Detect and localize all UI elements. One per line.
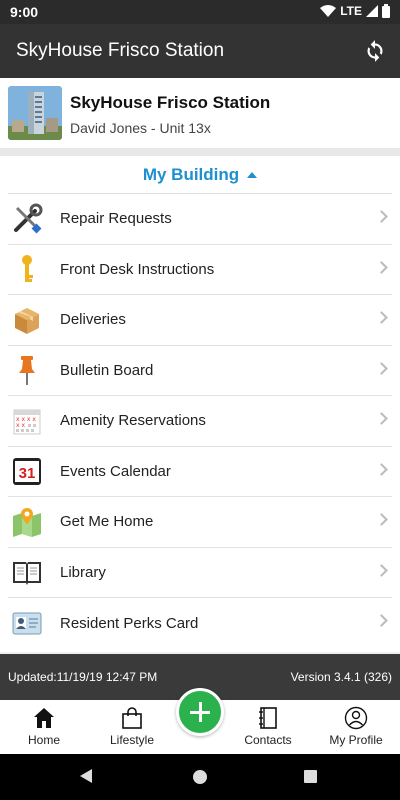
app-title: SkyHouse Frisco Station xyxy=(16,40,225,61)
chevron-right-icon xyxy=(375,311,388,324)
home-icon xyxy=(34,708,54,728)
updated-timestamp: Updated:11/19/19 12:47 PM xyxy=(8,670,158,684)
add-button[interactable] xyxy=(176,688,224,736)
home-circle-icon[interactable] xyxy=(193,770,207,784)
menu-item-front-desk[interactable]: Front Desk Instructions xyxy=(8,245,392,295)
section-title: My Building xyxy=(142,164,240,184)
calendar-day-number: 31 xyxy=(19,465,36,482)
nav-lifestyle[interactable]: Lifestyle xyxy=(92,704,172,747)
chevron-right-icon xyxy=(375,563,388,577)
package-icon xyxy=(10,303,44,337)
divider xyxy=(0,148,400,156)
chevron-right-icon xyxy=(375,412,388,425)
status-bar: 9:00 LTE xyxy=(0,0,400,24)
system-nav-bar xyxy=(0,754,400,800)
chevron-right-icon xyxy=(375,513,388,526)
menu-label: Events Calendar xyxy=(60,462,171,480)
chevron-right-icon xyxy=(375,462,388,476)
nav-my-profile[interactable]: My Profile xyxy=(316,704,396,747)
svg-text:x x: x x xyxy=(16,422,25,429)
key-icon xyxy=(10,252,44,286)
refresh-icon[interactable] xyxy=(362,38,388,64)
menu-item-repair-requests[interactable]: Repair Requests xyxy=(8,194,392,245)
nav-contacts[interactable]: Contacts xyxy=(228,704,308,747)
caret-up-icon xyxy=(247,171,258,178)
tools-icon xyxy=(10,202,44,236)
profile-icon xyxy=(344,706,368,730)
building-header[interactable]: SkyHouse Frisco Station David Jones - Un… xyxy=(0,78,400,148)
chevron-right-icon xyxy=(375,361,388,375)
menu-label: Library xyxy=(60,563,106,581)
nav-home[interactable]: Home xyxy=(4,704,84,747)
chevron-right-icon xyxy=(375,614,388,627)
bottom-nav: Home Lifestyle Contacts My Profile xyxy=(0,688,400,754)
status-time: 9:00 xyxy=(10,4,39,20)
building-photo xyxy=(8,86,62,140)
recents-icon[interactable] xyxy=(304,770,317,783)
battery-icon xyxy=(382,4,390,18)
app-bar: SkyHouse Frisco Station xyxy=(0,24,400,78)
shopping-bag-icon xyxy=(122,707,142,729)
calendar-31-icon: 31 xyxy=(10,454,44,488)
status-icons: LTE xyxy=(320,4,390,18)
resident-unit: David Jones - Unit 13x xyxy=(70,120,211,136)
menu-label: Deliveries xyxy=(60,311,126,329)
my-building-section: My Building Repair Requests Front Desk I… xyxy=(0,156,400,652)
menu-label: Repair Requests xyxy=(60,210,172,228)
nav-label: Home xyxy=(27,733,60,747)
chevron-right-icon xyxy=(375,210,388,223)
app-version: Version 3.4.1 (326) xyxy=(290,670,392,684)
menu-label: Get Me Home xyxy=(60,513,154,531)
menu-item-deliveries[interactable]: Deliveries xyxy=(8,295,392,346)
map-icon xyxy=(10,505,44,539)
chevron-right-icon xyxy=(375,260,388,274)
menu-item-events-calendar[interactable]: 31 Events Calendar xyxy=(8,447,392,497)
calendar-grid-icon: x x x x x x xyxy=(10,404,44,438)
section-toggle[interactable]: My Building xyxy=(8,156,392,194)
menu-label: Resident Perks Card xyxy=(60,614,199,632)
back-icon[interactable] xyxy=(80,769,92,783)
id-card-icon xyxy=(10,606,44,640)
menu-label: Amenity Reservations xyxy=(60,412,206,430)
menu-item-library[interactable]: Library xyxy=(8,548,392,598)
wifi-icon xyxy=(320,5,337,17)
pushpin-icon xyxy=(10,353,44,387)
menu-item-get-me-home[interactable]: Get Me Home xyxy=(8,497,392,548)
menu-label: Front Desk Instructions xyxy=(60,260,215,278)
book-icon xyxy=(10,555,44,589)
menu-item-amenity-reservations[interactable]: x x x x x x Amenity Reservations xyxy=(8,396,392,447)
menu-item-bulletin-board[interactable]: Bulletin Board xyxy=(8,346,392,396)
contacts-book-icon xyxy=(259,707,277,729)
nav-label: Contacts xyxy=(244,733,292,747)
menu-label: Bulletin Board xyxy=(60,361,154,379)
building-name: SkyHouse Frisco Station xyxy=(70,93,271,112)
network-label: LTE xyxy=(340,4,362,18)
menu-item-resident-perks[interactable]: Resident Perks Card xyxy=(8,598,392,649)
nav-label: Lifestyle xyxy=(109,733,155,747)
nav-label: My Profile xyxy=(329,733,383,747)
signal-icon xyxy=(366,5,378,17)
